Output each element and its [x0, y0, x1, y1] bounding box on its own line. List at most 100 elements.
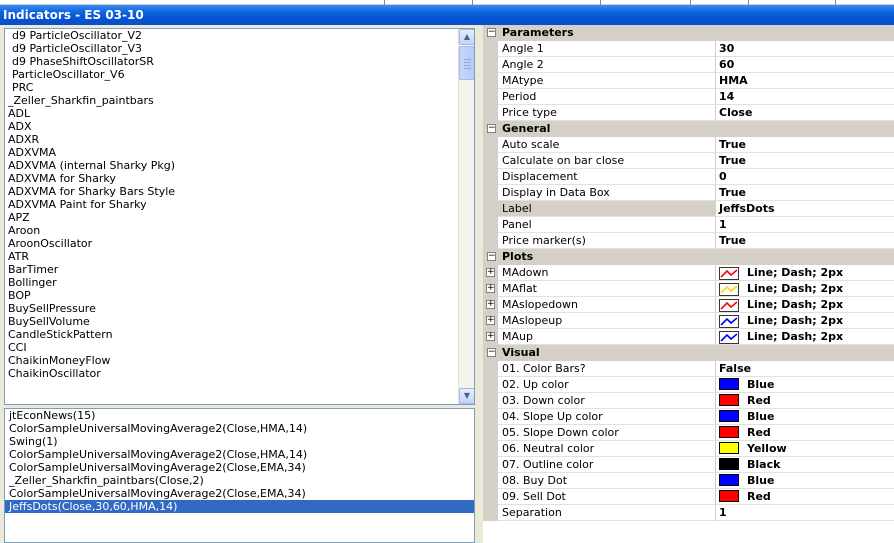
property-row[interactable]: + MAslopedown Line; Dash; 2px	[483, 297, 894, 313]
category-header-general[interactable]: − General	[483, 121, 894, 137]
indicator-list-item[interactable]: CCI	[5, 341, 459, 354]
property-row[interactable]: 08. Buy Dot Blue	[483, 473, 894, 489]
available-indicators-list[interactable]: d9 ParticleOscillator_V2 d9 ParticleOscil…	[4, 28, 475, 405]
property-value[interactable]: HMA	[716, 73, 894, 89]
property-value[interactable]: Line; Dash; 2px	[716, 313, 894, 329]
property-row[interactable]: 06. Neutral color Yellow	[483, 441, 894, 457]
scrollbar-thumb[interactable]	[459, 46, 474, 80]
property-value[interactable]: Black	[716, 457, 894, 473]
property-value[interactable]: Line; Dash; 2px	[716, 329, 894, 345]
property-grid[interactable]: − Parameters Angle 1 30 Angle 2 60 MAtype HMA Pe…	[483, 25, 894, 543]
scroll-up-button[interactable]: ▲	[459, 29, 474, 45]
property-row[interactable]: + MAup Line; Dash; 2px	[483, 329, 894, 345]
expand-icon[interactable]: +	[486, 284, 495, 293]
property-value[interactable]: Blue	[716, 409, 894, 425]
property-row[interactable]: + MAslopeup Line; Dash; 2px	[483, 313, 894, 329]
property-value[interactable]: Line; Dash; 2px	[716, 297, 894, 313]
property-value[interactable]: Line; Dash; 2px	[716, 281, 894, 297]
indicator-list-item[interactable]: d9 PhaseShiftOscillatorSR	[5, 55, 459, 68]
property-row[interactable]: 04. Slope Up color Blue	[483, 409, 894, 425]
property-value[interactable]: Red	[716, 489, 894, 505]
indicator-list-item[interactable]: BOP	[5, 289, 459, 302]
category-header-plots[interactable]: − Plots	[483, 249, 894, 265]
indicator-list-item[interactable]: d9 ParticleOscillator_V3	[5, 42, 459, 55]
property-value[interactable]: Blue	[716, 473, 894, 489]
expand-icon[interactable]: +	[486, 332, 495, 341]
indicator-list-item[interactable]: _Zeller_Sharkfin_paintbars	[5, 94, 459, 107]
property-value[interactable]: JeffsDots	[716, 201, 894, 217]
indicator-list-item[interactable]: CandleStickPattern	[5, 328, 459, 341]
property-value[interactable]: Line; Dash; 2px	[716, 265, 894, 281]
property-row[interactable]: 02. Up color Blue	[483, 377, 894, 393]
property-row[interactable]: Calculate on bar close True	[483, 153, 894, 169]
applied-indicator-row[interactable]: ColorSampleUniversalMovingAverage2(Close…	[5, 422, 474, 435]
category-header-parameters[interactable]: − Parameters	[483, 25, 894, 41]
indicator-list-item[interactable]: Bollinger	[5, 276, 459, 289]
property-row[interactable]: MAtype HMA	[483, 73, 894, 89]
property-value[interactable]: False	[716, 361, 894, 377]
property-row[interactable]: 09. Sell Dot Red	[483, 489, 894, 505]
property-row[interactable]: Displacement 0	[483, 169, 894, 185]
property-value[interactable]: True	[716, 185, 894, 201]
property-value[interactable]: 1	[716, 217, 894, 233]
expand-icon[interactable]: +	[486, 268, 495, 277]
indicator-list-item[interactable]: ChaikinMoneyFlow	[5, 354, 459, 367]
property-value[interactable]: 14	[716, 89, 894, 105]
indicator-list-item[interactable]: ParticleOscillator_V6	[5, 68, 459, 81]
indicator-list-item[interactable]: ADXVMA for Sharky	[5, 172, 459, 185]
property-row[interactable]: Label JeffsDots	[483, 201, 894, 217]
indicator-list-item[interactable]: d9 ParticleOscillator_V2	[5, 29, 459, 42]
indicator-list-item[interactable]: ADXVMA Paint for Sharky	[5, 198, 459, 211]
indicator-list-item[interactable]: ADXVMA (internal Sharky Pkg)	[5, 159, 459, 172]
expand-icon[interactable]: +	[486, 316, 495, 325]
window-title-bar[interactable]: Indicators - ES 03-10	[0, 5, 894, 25]
indicator-list-item[interactable]: ADL	[5, 107, 459, 120]
property-row[interactable]: Display in Data Box True	[483, 185, 894, 201]
indicator-list-item[interactable]: ADXVMA for Sharky Bars Style	[5, 185, 459, 198]
indicator-list-item[interactable]: ATR	[5, 250, 459, 263]
property-value[interactable]: Blue	[716, 377, 894, 393]
indicator-list-item[interactable]: BuySellPressure	[5, 302, 459, 315]
indicator-list-item[interactable]: ADXVMA	[5, 146, 459, 159]
property-row[interactable]: 05. Slope Down color Red	[483, 425, 894, 441]
indicator-list-item[interactable]: ChaikinOscillator	[5, 367, 459, 380]
collapse-icon[interactable]: −	[487, 348, 496, 357]
property-row[interactable]: 01. Color Bars? False	[483, 361, 894, 377]
indicator-list-scrollbar[interactable]: ▲ ▼	[458, 29, 474, 404]
property-row[interactable]: Price marker(s) True	[483, 233, 894, 249]
indicator-list-item[interactable]: BarTimer	[5, 263, 459, 276]
property-row[interactable]: Angle 2 60	[483, 57, 894, 73]
applied-indicator-row[interactable]: JeffsDots(Close,30,60,HMA,14)	[5, 500, 474, 513]
indicator-list-item[interactable]: PRC	[5, 81, 459, 94]
category-header-visual[interactable]: − Visual	[483, 345, 894, 361]
indicator-list-item[interactable]: APZ	[5, 211, 459, 224]
indicator-list-item[interactable]: ADX	[5, 120, 459, 133]
property-row[interactable]: Price type Close	[483, 105, 894, 121]
property-row[interactable]: Period 14	[483, 89, 894, 105]
indicator-list-item[interactable]: BuySellVolume	[5, 315, 459, 328]
property-value[interactable]: True	[716, 233, 894, 249]
property-value[interactable]: Red	[716, 393, 894, 409]
property-row[interactable]: Panel 1	[483, 217, 894, 233]
property-row[interactable]: 03. Down color Red	[483, 393, 894, 409]
property-row[interactable]: Angle 1 30	[483, 41, 894, 57]
scroll-down-button[interactable]: ▼	[459, 388, 474, 404]
indicator-list-item[interactable]: ADXR	[5, 133, 459, 146]
indicator-list-item[interactable]: Aroon	[5, 224, 459, 237]
indicator-list-item[interactable]: AroonOscillator	[5, 237, 459, 250]
collapse-icon[interactable]: −	[487, 252, 496, 261]
applied-indicator-row[interactable]: ColorSampleUniversalMovingAverage2(Close…	[5, 448, 474, 461]
property-value[interactable]: 30	[716, 41, 894, 57]
property-row[interactable]: + MAdown Line; Dash; 2px	[483, 265, 894, 281]
property-row[interactable]: + MAflat Line; Dash; 2px	[483, 281, 894, 297]
property-value[interactable]: Red	[716, 425, 894, 441]
applied-indicator-row[interactable]: _Zeller_Sharkfin_paintbars(Close,2)	[5, 474, 474, 487]
property-value[interactable]: 0	[716, 169, 894, 185]
property-value[interactable]: Close	[716, 105, 894, 121]
applied-indicator-row[interactable]: Swing(1)	[5, 435, 474, 448]
applied-indicator-row[interactable]: ColorSampleUniversalMovingAverage2(Close…	[5, 461, 474, 474]
property-value[interactable]: True	[716, 137, 894, 153]
property-value[interactable]: True	[716, 153, 894, 169]
property-value[interactable]: 60	[716, 57, 894, 73]
property-value[interactable]: 1	[716, 505, 894, 521]
